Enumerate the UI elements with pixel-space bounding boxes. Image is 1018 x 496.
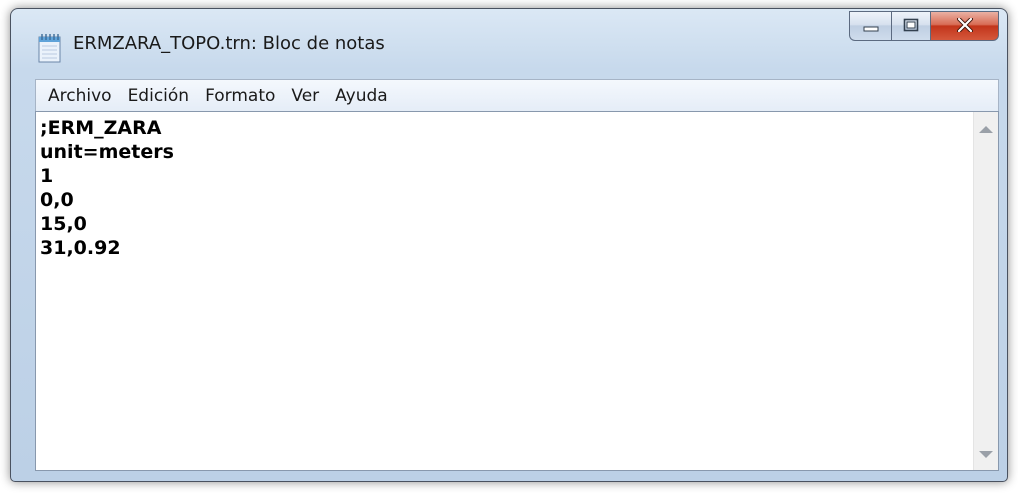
close-button[interactable]: [931, 11, 999, 41]
menu-archivo[interactable]: Archivo: [40, 81, 120, 111]
menu-formato[interactable]: Formato: [197, 81, 283, 111]
editor-line: 1: [40, 165, 54, 187]
editor-line: 0,0: [40, 189, 74, 211]
close-icon: [956, 16, 973, 36]
caption-buttons: [849, 11, 999, 41]
maximize-icon: [903, 17, 919, 36]
minimize-button[interactable]: [849, 11, 891, 41]
editor-text-area[interactable]: ;ERM_ZARA unit=meters 1 0,0 15,0 31,0.92: [40, 116, 972, 466]
notepad-window: ERMZARA_TOPO.trn: Bloc de notas Archivo …: [10, 8, 1008, 482]
editor-line: 31,0.92: [40, 237, 121, 259]
menu-edicion[interactable]: Edición: [120, 81, 198, 111]
window-title: ERMZARA_TOPO.trn: Bloc de notas: [73, 33, 385, 54]
scroll-up-arrow-icon[interactable]: [979, 126, 993, 133]
text-editor[interactable]: ;ERM_ZARA unit=meters 1 0,0 15,0 31,0.92: [35, 111, 999, 471]
notepad-icon[interactable]: [37, 33, 63, 63]
editor-line: ;ERM_ZARA: [40, 117, 162, 139]
menu-ayuda[interactable]: Ayuda: [327, 81, 396, 111]
scroll-down-arrow-icon[interactable]: [979, 451, 993, 458]
vertical-scrollbar[interactable]: [973, 112, 998, 470]
editor-line: 15,0: [40, 213, 87, 235]
maximize-button[interactable]: [891, 11, 931, 41]
title-bar[interactable]: ERMZARA_TOPO.trn: Bloc de notas: [11, 9, 1007, 69]
editor-line: unit=meters: [40, 141, 174, 163]
menu-ver[interactable]: Ver: [283, 81, 327, 111]
minimize-icon: [863, 17, 879, 36]
menu-bar: Archivo Edición Formato Ver Ayuda: [35, 79, 999, 111]
